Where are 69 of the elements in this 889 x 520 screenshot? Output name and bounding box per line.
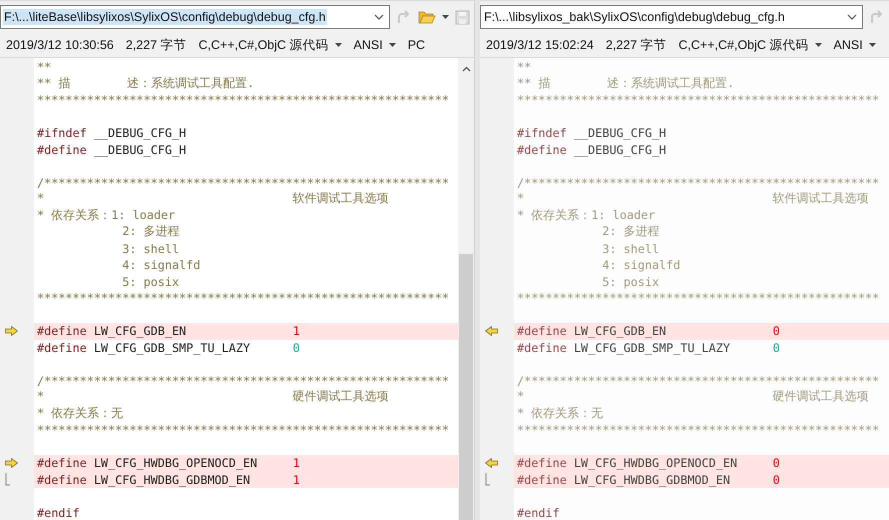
code-line: * 软件调试工具选项: [37, 191, 389, 208]
file-size: 2,227 字节: [606, 36, 667, 54]
code-line: * 硬件调试工具选项: [517, 389, 869, 406]
code-line: 2: 多进程: [121, 224, 180, 240]
code-line: #define LW_CFG_HWDBG_OPENOCD_EN 1: [37, 456, 300, 470]
right-arrow-icon[interactable]: [5, 326, 18, 336]
code-line: #define __DEBUG_CFG_H: [517, 142, 666, 157]
code-line: /*********************************************************: [37, 374, 449, 388]
code-line: * 依存关系：无: [37, 406, 124, 422]
code-line: #define __DEBUG_CFG_H: [37, 142, 186, 157]
scroll-up-icon[interactable]: [462, 66, 470, 72]
code-line: #ifndef __DEBUG_CFG_H: [517, 126, 666, 140]
code-line: /**************************************************: [517, 374, 880, 388]
code-line: * 依存关系：1: loader: [37, 208, 176, 224]
path-combo-field[interactable]: F:\...\liteBase\libsylixos\SylixOS\config\debug\debug_cfg.h: [0, 5, 390, 29]
format-dropdown[interactable]: C,C++,C#,ObjC 源代码: [198, 36, 329, 54]
code-line: #define LW_CFG_HWDBG_GDBMOD_EN 0: [517, 472, 780, 487]
code-line: 2: 多进程: [601, 224, 660, 240]
code-line: **********************************************************: [37, 291, 449, 306]
code-line: #define LW_CFG_GDB_SMP_TU_LAZY 0: [37, 340, 300, 355]
code-line: /*********************************************************: [37, 176, 449, 190]
code-line: #endif: [517, 506, 560, 520]
right-arrow-icon[interactable]: [5, 458, 18, 468]
dropdown-chevron-icon[interactable]: [374, 14, 384, 20]
code-line: ** 描 述：系统调试工具配置.: [37, 76, 254, 92]
code-line: #define LW_CFG_HWDBG_OPENOCD_EN 0: [517, 456, 780, 470]
code-line: 5: posix: [601, 274, 660, 289]
encoding-dropdown[interactable]: ANSI: [354, 38, 383, 52]
code-line: 3: shell: [121, 242, 180, 256]
code-line: 5: posix: [121, 274, 180, 289]
code-line: * 硬件调试工具选项: [37, 389, 389, 406]
code-line: ***************************************************: [517, 423, 880, 438]
path-combo-field[interactable]: F:\...\libsylixos_bak\SylixOS\config\debug\debug_cfg.h: [480, 5, 863, 29]
code-line: 3: shell: [601, 242, 660, 256]
scrollbar-thumb[interactable]: [459, 254, 473, 520]
code-line: **: [517, 60, 532, 74]
left-arrow-icon[interactable]: [485, 458, 498, 468]
caret-icon[interactable]: [334, 43, 342, 47]
caret-icon[interactable]: [388, 43, 396, 47]
code-line: * 依存关系：无: [517, 406, 604, 422]
code-line: 4: signalfd: [601, 258, 680, 272]
caret-icon[interactable]: [814, 43, 822, 47]
code-line: **********************************************************: [37, 423, 449, 438]
code-line: * 软件调试工具选项: [517, 191, 869, 208]
code-line: **********************************************************: [37, 93, 449, 108]
code-line: #define LW_CFG_GDB_EN 0: [517, 324, 780, 338]
left-arrow-icon[interactable]: [485, 326, 498, 336]
folder-icon[interactable]: [418, 9, 436, 25]
dropdown-chevron-icon[interactable]: [847, 14, 857, 20]
code-line: #define LW_CFG_GDB_SMP_TU_LAZY 0: [517, 340, 780, 355]
code-line: #endif: [37, 506, 80, 520]
encoding-dropdown[interactable]: ANSI: [834, 38, 863, 52]
code-line: **: [37, 60, 52, 74]
code-line: #define LW_CFG_HWDBG_GDBMOD_EN 1: [37, 472, 300, 487]
caret-icon[interactable]: [868, 43, 876, 47]
code-line: ** 描 述：系统调试工具配置.: [517, 76, 734, 92]
code-line: #ifndef __DEBUG_CFG_H: [37, 126, 186, 140]
file-size: 2,227 字节: [126, 36, 187, 54]
modified-date: 2019/3/12 10:30:56: [6, 38, 114, 52]
code-line: ***************************************************: [517, 93, 880, 108]
code-line: /**************************************************: [517, 176, 880, 190]
modified-date: 2019/3/12 15:02:24: [486, 38, 594, 52]
code-line: 4: signalfd: [121, 258, 200, 272]
caret-icon[interactable]: [442, 15, 449, 19]
line-ending-label: PC: [408, 38, 426, 52]
code-line: ***************************************************: [517, 291, 880, 306]
format-dropdown[interactable]: C,C++,C#,ObjC 源代码: [678, 36, 809, 54]
code-line: #define LW_CFG_GDB_EN 1: [37, 324, 300, 338]
code-line: * 依存关系：1: loader: [517, 208, 656, 224]
